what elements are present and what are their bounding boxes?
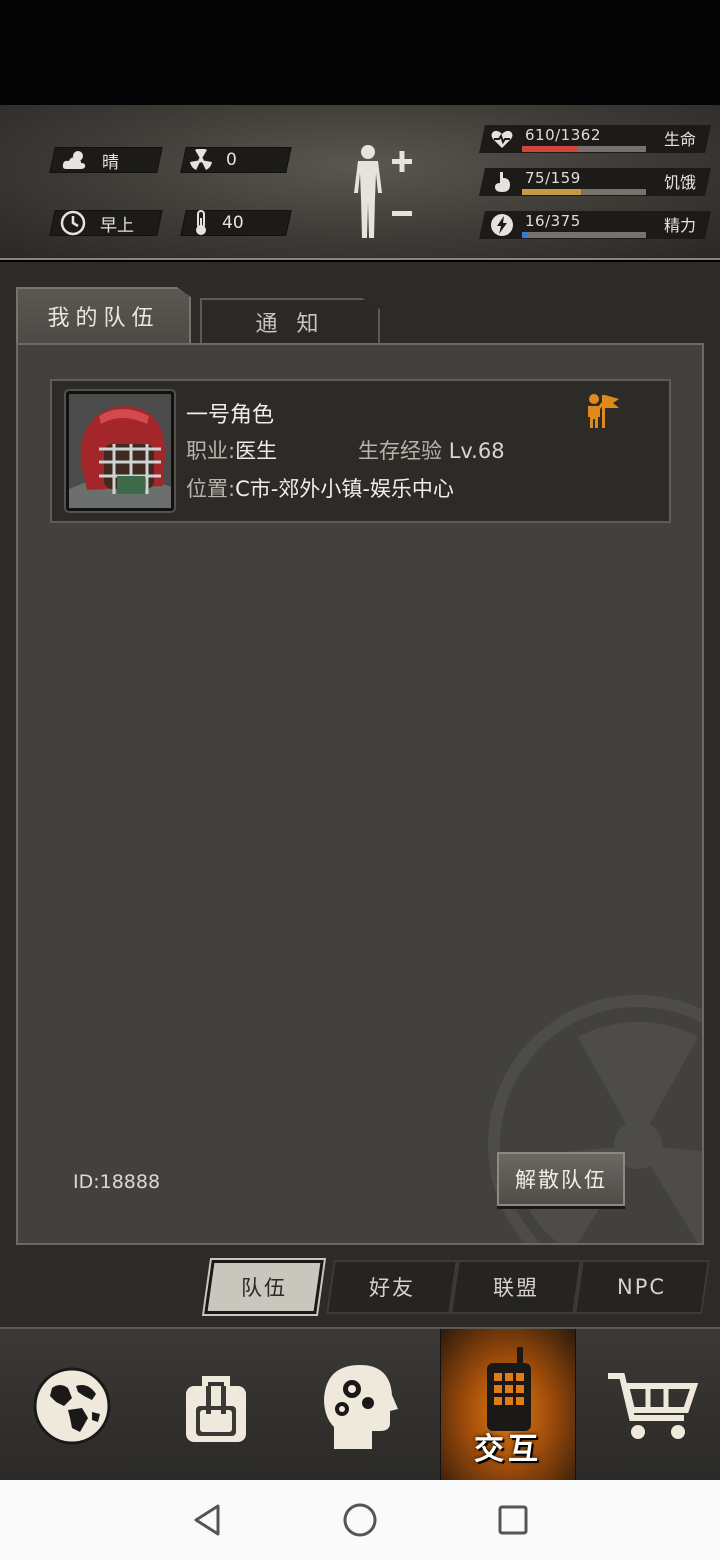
hunger-bar: [522, 189, 646, 195]
health-label: 生命: [663, 130, 696, 149]
helmet-portrait-icon: [69, 394, 171, 508]
clock-icon: [60, 210, 86, 236]
nav-interact[interactable]: 交互: [440, 1329, 576, 1482]
radiation-icon: [190, 149, 212, 170]
home-icon[interactable]: [340, 1500, 380, 1540]
temperature-value: 40: [222, 213, 244, 233]
time-status: 早上: [60, 210, 134, 236]
nav-skills[interactable]: [292, 1329, 428, 1482]
subtab-friends-label: 好友: [369, 1276, 415, 1300]
hunger-label: 饥饿: [663, 173, 696, 192]
system-nav-bar: [0, 1480, 720, 1560]
member-job-label: 职业:: [186, 439, 236, 463]
body-figure-icon[interactable]: [348, 143, 418, 243]
member-exp: 生存经验 Lv.68: [358, 435, 505, 465]
team-id: ID:18888: [73, 1171, 161, 1193]
recents-icon[interactable]: [493, 1500, 533, 1540]
member-location-value: C市-郊外小镇-娱乐中心: [235, 477, 454, 501]
tab-my-team[interactable]: 我的队伍: [16, 287, 191, 343]
team-member-card[interactable]: 一号角色 职业:医生 生存经验 Lv.68 位置:C市-郊外小镇-娱乐中心: [50, 379, 671, 523]
health-bar: [522, 146, 646, 152]
bottom-nav: 交互: [0, 1327, 720, 1482]
energy-label: 精力: [663, 216, 696, 235]
nav-interact-label: 交互: [474, 1432, 542, 1467]
subtab-friends[interactable]: 好友: [326, 1260, 458, 1314]
hunger-value: 75/159: [525, 169, 581, 187]
member-location: 位置:C市-郊外小镇-娱乐中心: [186, 473, 454, 503]
energy-value: 16/375: [525, 212, 581, 230]
subtab-npc-label: NPC: [617, 1275, 667, 1299]
temperature-status: 40: [194, 210, 244, 236]
subtab-team[interactable]: 队伍: [204, 1260, 324, 1314]
status-bar: [0, 0, 720, 105]
member-job-value: 医生: [235, 439, 278, 463]
nav-map[interactable]: [4, 1329, 140, 1482]
tab-notice[interactable]: 通 知: [200, 298, 380, 343]
member-location-label: 位置:: [186, 477, 236, 501]
health-value: 610/1362: [525, 126, 601, 144]
hud-panel: 晴 0 早上 40 610/1362 生命 75/159 饥饿 16/375 精…: [0, 105, 720, 260]
nav-shop[interactable]: [584, 1329, 720, 1482]
cart-icon: [608, 1372, 699, 1439]
hunger-stat: 75/159 饥饿: [479, 168, 711, 196]
nav-inventory[interactable]: [148, 1329, 284, 1482]
radiation-value: 0: [226, 150, 237, 170]
partly-cloudy-icon: [62, 151, 86, 169]
radiation-status: 0: [190, 147, 237, 173]
disband-team-button[interactable]: 解散队伍: [497, 1152, 625, 1206]
member-name: 一号角色: [186, 403, 275, 428]
weather-label: 晴: [102, 152, 119, 173]
weather-status: 晴: [62, 147, 119, 173]
lightning-icon: [491, 214, 513, 236]
subtab-alliance[interactable]: 联盟: [450, 1260, 582, 1314]
member-avatar: [66, 391, 174, 511]
backpack-icon: [186, 1375, 246, 1442]
tab-notice-label: 通 知: [255, 311, 325, 337]
member-exp-value: Lv.68: [448, 439, 505, 463]
team-content: 一号角色 职业:医生 生存经验 Lv.68 位置:C市-郊外小镇-娱乐中心 ID…: [16, 343, 704, 1245]
subtab-alliance-label: 联盟: [493, 1276, 539, 1300]
walkie-talkie-icon: [487, 1347, 531, 1431]
disband-team-label: 解散队伍: [515, 1168, 607, 1192]
subtab-npc[interactable]: NPC: [574, 1260, 710, 1314]
health-stat: 610/1362 生命: [479, 125, 711, 153]
thermometer-icon: [196, 210, 206, 235]
time-label: 早上: [100, 215, 134, 236]
energy-stat: 16/375 精力: [479, 211, 711, 239]
tab-my-team-label: 我的队伍: [47, 306, 160, 331]
head-gears-icon: [324, 1364, 398, 1449]
stomach-icon: [495, 172, 510, 192]
heart-icon: [491, 130, 513, 148]
member-job: 职业:医生: [186, 435, 277, 465]
globe-icon: [33, 1367, 111, 1444]
energy-bar: [522, 232, 646, 238]
radiation-watermark-icon: [488, 995, 702, 1243]
social-subtabs: 队伍 好友 联盟 NPC: [200, 1260, 715, 1314]
flag-icon: [588, 394, 619, 428]
subtab-team-label: 队伍: [241, 1276, 287, 1300]
back-icon[interactable]: [188, 1500, 228, 1540]
member-exp-label: 生存经验: [358, 439, 442, 463]
